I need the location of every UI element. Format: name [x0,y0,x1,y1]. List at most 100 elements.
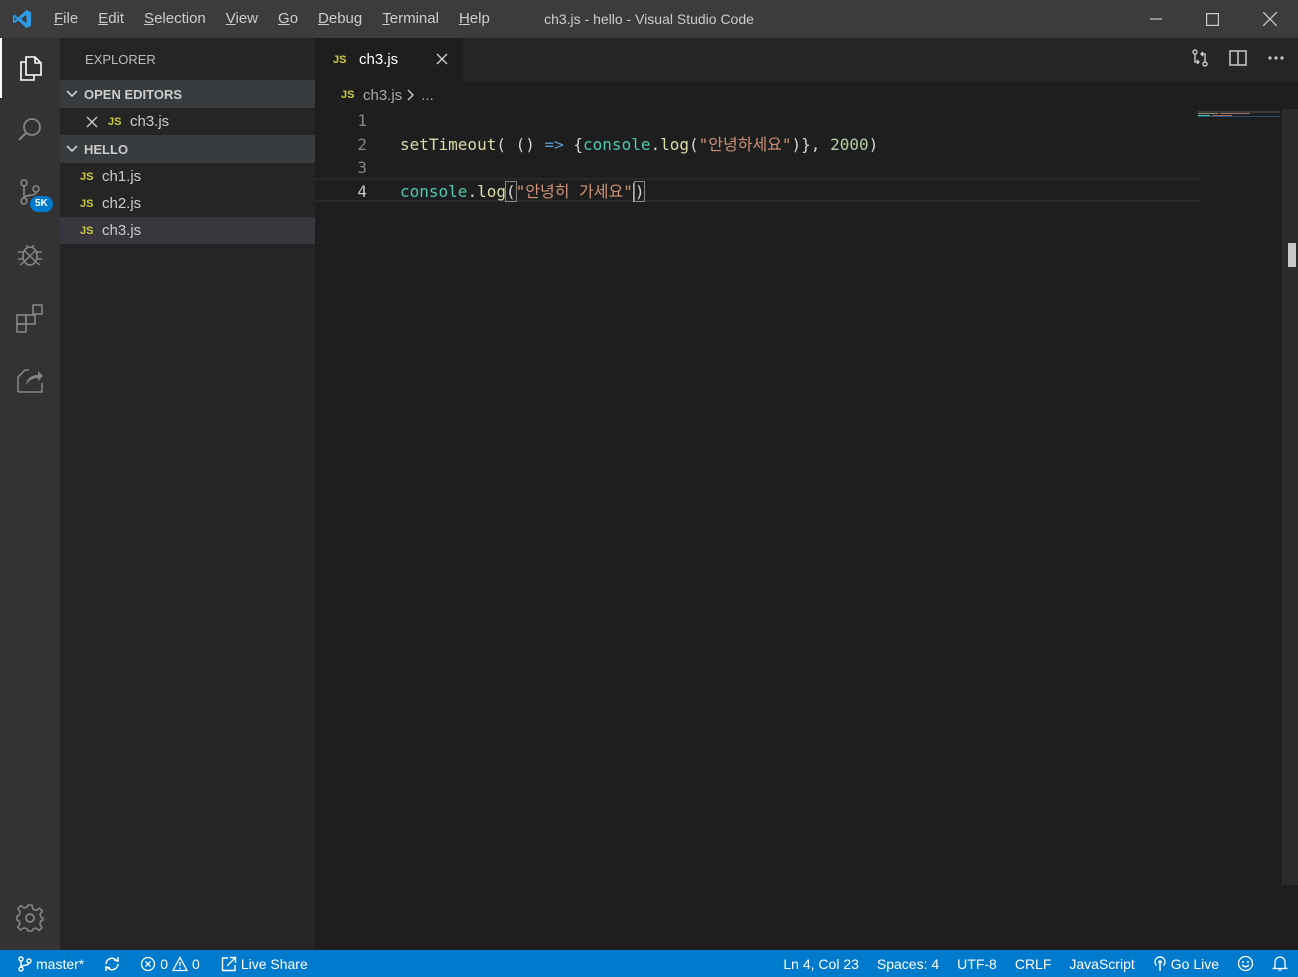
file-tree-item-selected[interactable]: JS ch3.js [60,217,315,244]
file-tree-item[interactable]: JS ch1.js [60,163,315,190]
code-token: ) [868,135,879,154]
indentation-status[interactable]: Spaces: 4 [868,950,948,977]
code-text: setTimeout( () => {console.log("안녕하세요")}… [400,133,878,157]
split-editor-icon [1229,50,1247,66]
source-control-activity-button[interactable]: 5K [0,162,60,222]
line-number: 2 [357,135,367,154]
breadcrumb-file[interactable]: ch3.js [363,87,402,104]
js-file-icon: JS [80,197,94,210]
code-token: console [400,182,468,201]
open-editor-item[interactable]: JS ch3.js [60,108,315,135]
code-token: => [544,135,564,154]
debug-activity-button[interactable] [0,224,60,284]
code-token: ( () [496,135,545,154]
warning-count: 0 [192,955,200,972]
breadcrumb-more[interactable]: ... [421,87,434,104]
feedback-button[interactable] [1228,950,1263,977]
menu-file[interactable]: File [44,0,88,38]
search-activity-button[interactable] [0,100,60,160]
file-name: ch3.js [102,222,142,239]
error-icon [141,956,156,971]
code-token: . [650,135,661,154]
code-line[interactable]: 3 [315,156,1200,180]
problems-status[interactable]: 0 0 [131,950,209,977]
explorer-activity-button[interactable] [0,38,60,98]
open-changes-button[interactable] [1190,48,1210,71]
menu-view[interactable]: View [216,0,268,38]
close-icon [1262,12,1277,26]
explorer-sidebar: EXPLORER OPEN EDITORS JS ch3.js HELLO JS… [60,38,315,950]
code-token: . [467,182,478,201]
code-line[interactable]: 4 console.log("안녕히 가세요") [315,178,1200,202]
minimize-icon [1149,18,1162,20]
file-tree-item[interactable]: JS ch2.js [60,190,315,217]
language-mode-status[interactable]: JavaScript [1060,950,1143,977]
live-share-activity-button[interactable] [0,350,60,410]
code-text: console.log("안녕히 가세요") [400,180,646,204]
code-token: setTimeout [400,135,497,154]
menu-label-rest: erminal [389,10,439,27]
debug-icon [18,244,42,266]
git-branch-icon [18,955,32,972]
js-file-icon: JS [333,53,347,66]
maximize-button[interactable] [1184,0,1241,38]
more-actions-button[interactable] [1266,48,1286,71]
live-share-label: Live Share [240,955,308,972]
tab-label: ch3.js [359,51,399,68]
menu-help[interactable]: Help [449,0,500,38]
go-live-status[interactable]: Go Live [1144,950,1228,977]
code-token: "안녕히 가세요" [515,182,633,201]
code-editor[interactable]: 1 2 setTimeout( () => {console.log("안녕하세요"… [315,109,1298,950]
vscode-logo-icon [0,0,44,38]
menu-label-rest: elp [469,10,490,27]
error-count: 0 [160,955,169,972]
branch-name: master* [36,955,85,972]
js-file-icon: JS [108,115,122,128]
menu-label-rest: election [154,10,206,27]
js-file-icon: JS [341,89,355,101]
open-editors-section-header[interactable]: OPEN EDITORS [60,80,315,108]
branch-status[interactable]: master* [0,950,93,977]
chevron-right-icon [407,89,415,101]
editor-tab[interactable]: JS ch3.js [315,38,463,81]
scrollbar-thumb[interactable] [1288,243,1296,267]
code-token: log [477,182,506,201]
close-tab-button[interactable] [433,50,451,68]
menu-debug[interactable]: Debug [308,0,372,38]
open-editor-filename: ch3.js [130,113,170,130]
chevron-down-icon [60,145,84,153]
manage-activity-button[interactable] [0,888,60,948]
code-line[interactable]: 1 [315,109,1200,133]
menu-terminal[interactable]: Terminal [372,0,449,38]
minimize-button[interactable] [1127,0,1184,38]
breadcrumb: JS ch3.js ... [315,81,1298,109]
editor-actions [1190,38,1286,81]
go-live-label: Go Live [1170,955,1219,972]
cursor-position-status[interactable]: Ln 4, Col 23 [774,950,868,977]
code-line[interactable]: 2 setTimeout( () => {console.log("안녕하세요")… [315,133,1200,157]
menu-access-key: T [382,10,390,27]
menu-access-key: E [98,10,109,27]
close-editor-icon[interactable] [86,116,108,128]
menu-edit[interactable]: Edit [88,0,134,38]
encoding-status[interactable]: UTF-8 [948,950,1006,977]
folder-section-header[interactable]: HELLO [60,135,315,163]
minimap[interactable] [1198,109,1280,119]
close-window-button[interactable] [1241,0,1298,38]
compare-changes-icon [1192,49,1208,67]
vertical-scrollbar[interactable] [1282,109,1298,885]
live-share-status[interactable]: Live Share [209,950,317,977]
js-file-icon: JS [80,170,94,183]
sync-button[interactable] [93,950,131,977]
extensions-activity-button[interactable] [0,288,60,348]
window-controls [1127,0,1298,38]
maximize-icon [1206,12,1219,26]
code-token: ( [689,135,699,154]
activity-bar: 5K [0,38,60,950]
split-editor-button[interactable] [1228,48,1248,71]
eol-status[interactable]: CRLF [1006,950,1061,977]
menu-selection[interactable]: Selection [134,0,216,38]
menu-go[interactable]: Go [268,0,308,38]
notifications-button[interactable] [1263,950,1298,977]
external-link-icon [221,956,237,971]
